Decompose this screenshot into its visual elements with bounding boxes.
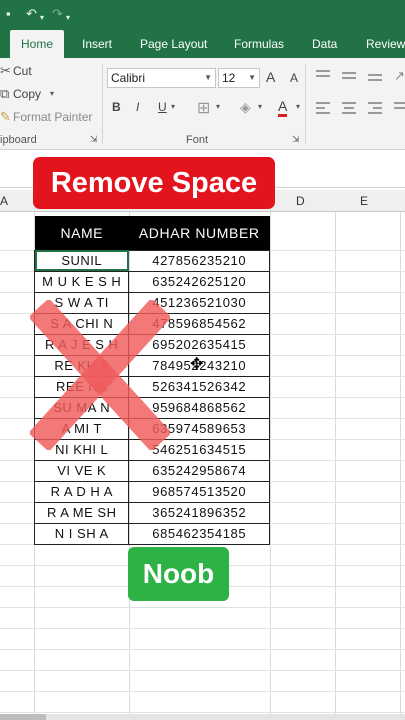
name-cell[interactable]: R A ME SH <box>33 501 130 524</box>
cross-mark-icon <box>30 300 170 450</box>
grid-row-line <box>0 607 405 608</box>
grid-row-line <box>0 628 405 629</box>
horizontal-scrollbar[interactable] <box>0 714 405 720</box>
undo-dropdown-icon[interactable]: ▾ <box>40 10 44 26</box>
ribbon: ✂ Cut ⧉ Copy ▾ ✎ Format Painter ipboard … <box>0 58 405 150</box>
table-row: R A D H A 968574513520 <box>33 480 270 503</box>
font-size-box[interactable]: 12 ▼ <box>218 68 260 88</box>
cut-button[interactable]: Cut <box>13 64 32 78</box>
adhar-number-cell[interactable]: 427856235210 <box>128 249 270 272</box>
format-painter-button[interactable]: Format Painter <box>13 110 92 124</box>
copy-dropdown-icon[interactable]: ▾ <box>50 89 54 98</box>
clipboard-group-label: ipboard <box>0 134 37 146</box>
title-banner: Remove Space <box>33 157 275 209</box>
name-cell[interactable]: SUNIL <box>33 249 130 272</box>
borders-icon[interactable]: ⊞ <box>197 98 210 118</box>
ribbon-tabs: Home Insert Page Layout Formulas Data Re… <box>0 30 405 58</box>
ribbon-separator <box>102 64 103 144</box>
tab-home[interactable]: Home <box>10 30 65 58</box>
tab-data[interactable]: Data <box>312 30 337 58</box>
shrink-font-button[interactable]: A <box>290 71 298 85</box>
column-header-a[interactable]: A <box>0 194 8 208</box>
tab-review[interactable]: Review <box>366 30 405 58</box>
italic-button[interactable]: I <box>136 100 139 114</box>
adhar-number-cell[interactable]: 635242958674 <box>128 459 270 482</box>
name-cell[interactable]: R A D H A <box>33 480 130 503</box>
table-row: SUNIL 427856235210 <box>33 249 270 272</box>
tab-formulas[interactable]: Formulas <box>234 30 284 58</box>
tab-page-layout[interactable]: Page Layout <box>140 30 207 58</box>
name-cell[interactable]: VI VE K <box>33 459 130 482</box>
font-name-value: Calibri <box>111 71 146 85</box>
copy-icon: ⧉ <box>0 86 10 101</box>
name-cell[interactable]: M U K E S H <box>33 270 130 293</box>
bold-button[interactable]: B <box>112 100 121 114</box>
grid-row-line <box>0 691 405 692</box>
table-row: VI VE K 635242958674 <box>33 459 270 482</box>
adhar-number-cell[interactable]: 635242625120 <box>128 270 270 293</box>
column-header-e[interactable]: E <box>360 194 368 208</box>
adhar-number-cell[interactable]: 685462354185 <box>128 522 270 545</box>
borders-dropdown-icon[interactable]: ▾ <box>216 102 220 111</box>
underline-dropdown-icon[interactable]: ▾ <box>171 102 175 111</box>
copy-button[interactable]: Copy <box>13 87 41 101</box>
noob-badge: Noob <box>128 547 229 601</box>
tab-insert[interactable]: Insert <box>82 30 112 58</box>
table-row: R A ME SH 365241896352 <box>33 501 270 524</box>
table-row: M U K E S H 635242625120 <box>33 270 270 293</box>
clipboard-launcher-icon[interactable]: ⇲ <box>90 134 98 145</box>
undo-icon[interactable]: ↶ <box>26 6 37 22</box>
table-row: N I SH A 685462354185 <box>33 522 270 545</box>
save-icon[interactable]: ▪ <box>6 6 11 22</box>
font-size-value: 12 <box>222 71 236 85</box>
format-painter-icon: ✎ <box>0 109 11 124</box>
adhar-number-cell[interactable]: 365241896352 <box>128 501 270 524</box>
grid-row-line <box>0 670 405 671</box>
font-color-dropdown-icon[interactable]: ▾ <box>296 102 300 111</box>
table-header-row: NAME ADHAR NUMBER <box>34 216 270 250</box>
chevron-down-icon: ▼ <box>248 73 256 82</box>
title-bar: ▪ ↶ ▾ ↷ ▾ <box>0 0 405 30</box>
grid-row-line <box>0 649 405 650</box>
customize-qat-icon[interactable]: ▾ <box>66 10 70 26</box>
scrollbar-thumb[interactable] <box>0 714 46 720</box>
name-header-cell[interactable]: NAME <box>34 216 129 250</box>
orientation-icon[interactable]: ↗ <box>394 68 405 84</box>
ribbon-separator <box>305 64 306 144</box>
name-cell[interactable]: N I SH A <box>33 522 130 545</box>
adhar-number-cell[interactable]: 968574513520 <box>128 480 270 503</box>
grid-column-line <box>335 212 336 720</box>
underline-button[interactable]: U <box>158 100 167 114</box>
cursor-icon: ✥ <box>190 356 204 373</box>
chevron-down-icon: ▼ <box>204 73 212 82</box>
font-color-button[interactable]: A <box>278 99 288 117</box>
font-name-box[interactable]: Calibri ▼ <box>107 68 216 88</box>
redo-icon[interactable]: ↷ <box>52 6 63 22</box>
grid-column-line <box>270 212 271 720</box>
fill-color-icon[interactable]: ◈ <box>240 99 251 116</box>
font-launcher-icon[interactable]: ⇲ <box>292 134 300 145</box>
column-header-d[interactable]: D <box>296 194 305 208</box>
font-group-label: Font <box>186 134 209 146</box>
adhar-header-cell[interactable]: ADHAR NUMBER <box>128 216 270 250</box>
grid-row-line <box>0 712 405 713</box>
grow-font-button[interactable]: A <box>266 69 275 85</box>
grid-column-line <box>400 212 401 720</box>
fill-color-dropdown-icon[interactable]: ▾ <box>258 102 262 111</box>
excel-window: ▪ ↶ ▾ ↷ ▾ Home Insert Page Layout Formul… <box>0 0 405 720</box>
scissors-icon: ✂ <box>0 63 11 78</box>
